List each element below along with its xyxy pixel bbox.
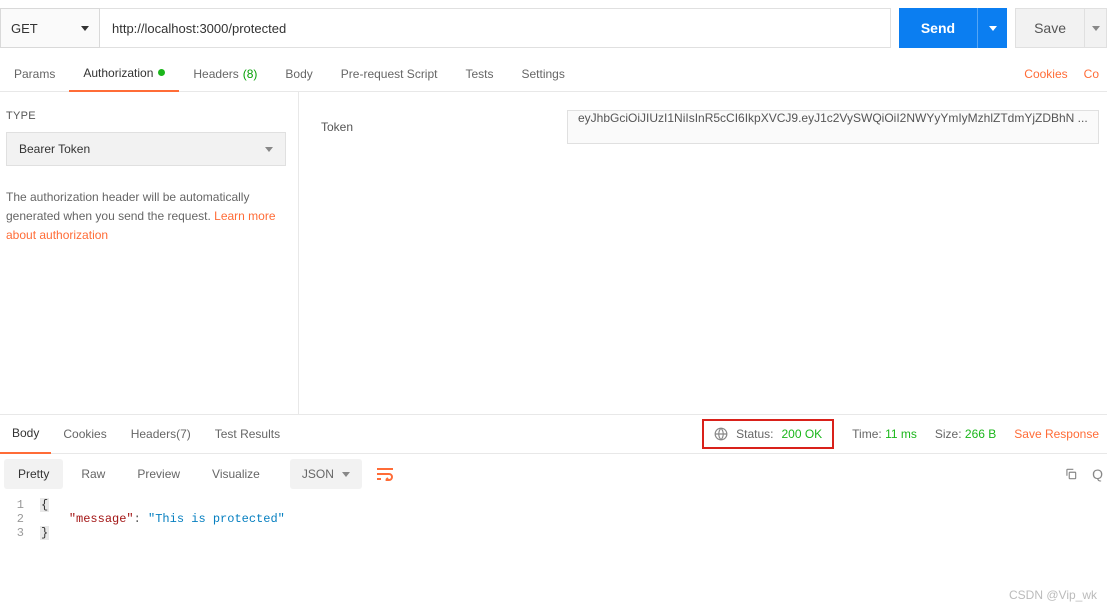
- response-tab-test-results[interactable]: Test Results: [203, 414, 292, 454]
- globe-icon: [714, 427, 728, 441]
- chevron-down-icon: [81, 26, 89, 31]
- auth-right: Token eyJhbGciOiJIUzI1NiIsInR5cCI6IkpXVC…: [299, 92, 1107, 414]
- tab-settings[interactable]: Settings: [508, 56, 579, 92]
- request-tabs: Params Authorization Headers (8) Body Pr…: [0, 56, 1107, 92]
- request-bar: GET Send Save: [0, 0, 1107, 56]
- line-number: 2: [0, 512, 40, 526]
- token-input[interactable]: eyJhbGciOiJIUzI1NiIsInR5cCI6IkpXVCJ9.eyJ…: [567, 110, 1099, 144]
- copy-icon[interactable]: [1064, 467, 1078, 481]
- http-method-select[interactable]: GET: [0, 8, 100, 48]
- status-label: Status:: [736, 427, 773, 441]
- token-label: Token: [321, 120, 567, 134]
- save-button-label: Save: [1016, 8, 1084, 48]
- tab-headers-count: (8): [243, 67, 258, 81]
- time-label: Time:: [852, 427, 882, 441]
- response-tab-headers-count: (7): [176, 427, 191, 441]
- cookies-link[interactable]: Cookies: [1024, 67, 1067, 81]
- format-select-value: JSON: [302, 467, 334, 481]
- response-tab-headers[interactable]: Headers (7): [119, 414, 203, 454]
- code-line: 3 }: [0, 526, 1107, 540]
- tab-headers[interactable]: Headers (8): [179, 56, 271, 92]
- status-highlight-box: Status: 200 OK: [702, 419, 834, 449]
- tab-authorization[interactable]: Authorization: [69, 56, 179, 92]
- response-tabs: Body Cookies Headers (7) Test Results St…: [0, 414, 1107, 454]
- size-value: 266 B: [965, 427, 996, 441]
- line-number: 3: [0, 526, 40, 540]
- send-button-label: Send: [899, 8, 977, 48]
- auth-type-value: Bearer Token: [19, 142, 90, 156]
- auth-panel: TYPE Bearer Token The authorization head…: [0, 92, 1107, 414]
- response-status-area: Status: 200 OK Time: 11 ms Size: 266 B S…: [702, 419, 1107, 449]
- brace-close: }: [40, 526, 49, 540]
- time-stat: Time: 11 ms: [852, 427, 917, 441]
- response-tab-body[interactable]: Body: [0, 414, 51, 454]
- size-stat: Size: 266 B: [935, 427, 996, 441]
- tab-authorization-label: Authorization: [83, 66, 153, 80]
- view-visualize[interactable]: Visualize: [198, 459, 274, 489]
- auth-description: The authorization header will be automat…: [6, 188, 286, 246]
- view-raw[interactable]: Raw: [67, 459, 119, 489]
- url-input[interactable]: [100, 8, 891, 48]
- http-method-value: GET: [11, 21, 38, 36]
- tab-tests[interactable]: Tests: [451, 56, 507, 92]
- view-pretty[interactable]: Pretty: [4, 459, 63, 489]
- save-response-link[interactable]: Save Response: [1014, 427, 1099, 441]
- wrap-lines-icon[interactable]: [376, 467, 394, 481]
- tab-body[interactable]: Body: [271, 56, 326, 92]
- response-body-code: 1 { 2 "message": "This is protected" 3 }: [0, 494, 1107, 544]
- token-row: Token eyJhbGciOiJIUzI1NiIsInR5cCI6IkpXVC…: [321, 110, 1099, 144]
- time-value: 11 ms: [885, 427, 917, 441]
- code-line: 2 "message": "This is protected": [0, 512, 1107, 526]
- tab-pre-request[interactable]: Pre-request Script: [327, 56, 452, 92]
- auth-left: TYPE Bearer Token The authorization head…: [0, 92, 299, 414]
- line-number: 1: [0, 498, 40, 512]
- chevron-down-icon: [989, 26, 997, 31]
- tab-params[interactable]: Params: [0, 56, 69, 92]
- code-line: 1 {: [0, 498, 1107, 512]
- response-tab-cookies[interactable]: Cookies: [51, 414, 118, 454]
- json-key: "message": [69, 512, 134, 526]
- send-button[interactable]: Send: [899, 8, 1007, 48]
- view-preview[interactable]: Preview: [123, 459, 194, 489]
- save-dropdown[interactable]: [1084, 8, 1106, 48]
- status-value: 200 OK: [781, 427, 822, 441]
- size-label: Size:: [935, 427, 962, 441]
- brace-open: {: [40, 498, 49, 512]
- body-toolbar: Pretty Raw Preview Visualize JSON Q: [0, 454, 1107, 494]
- chevron-down-icon: [1092, 26, 1100, 31]
- active-dot-icon: [158, 69, 165, 76]
- json-value: "This is protected": [148, 512, 285, 526]
- code-link[interactable]: Co: [1084, 67, 1099, 81]
- watermark: CSDN @Vip_wk: [1009, 588, 1097, 602]
- tab-headers-label: Headers: [193, 67, 238, 81]
- format-select[interactable]: JSON: [290, 459, 362, 489]
- tabs-right: Cookies Co: [1024, 67, 1107, 81]
- search-icon[interactable]: Q: [1092, 466, 1103, 482]
- chevron-down-icon: [265, 147, 273, 152]
- auth-type-select[interactable]: Bearer Token: [6, 132, 286, 166]
- send-dropdown[interactable]: [977, 8, 1007, 48]
- chevron-down-icon: [342, 472, 350, 477]
- auth-type-label: TYPE: [6, 110, 286, 122]
- save-button[interactable]: Save: [1015, 8, 1107, 48]
- body-toolbar-right: Q: [1064, 466, 1103, 482]
- response-tab-headers-label: Headers: [131, 427, 176, 441]
- auth-desc-text: The authorization header will be automat…: [6, 190, 249, 223]
